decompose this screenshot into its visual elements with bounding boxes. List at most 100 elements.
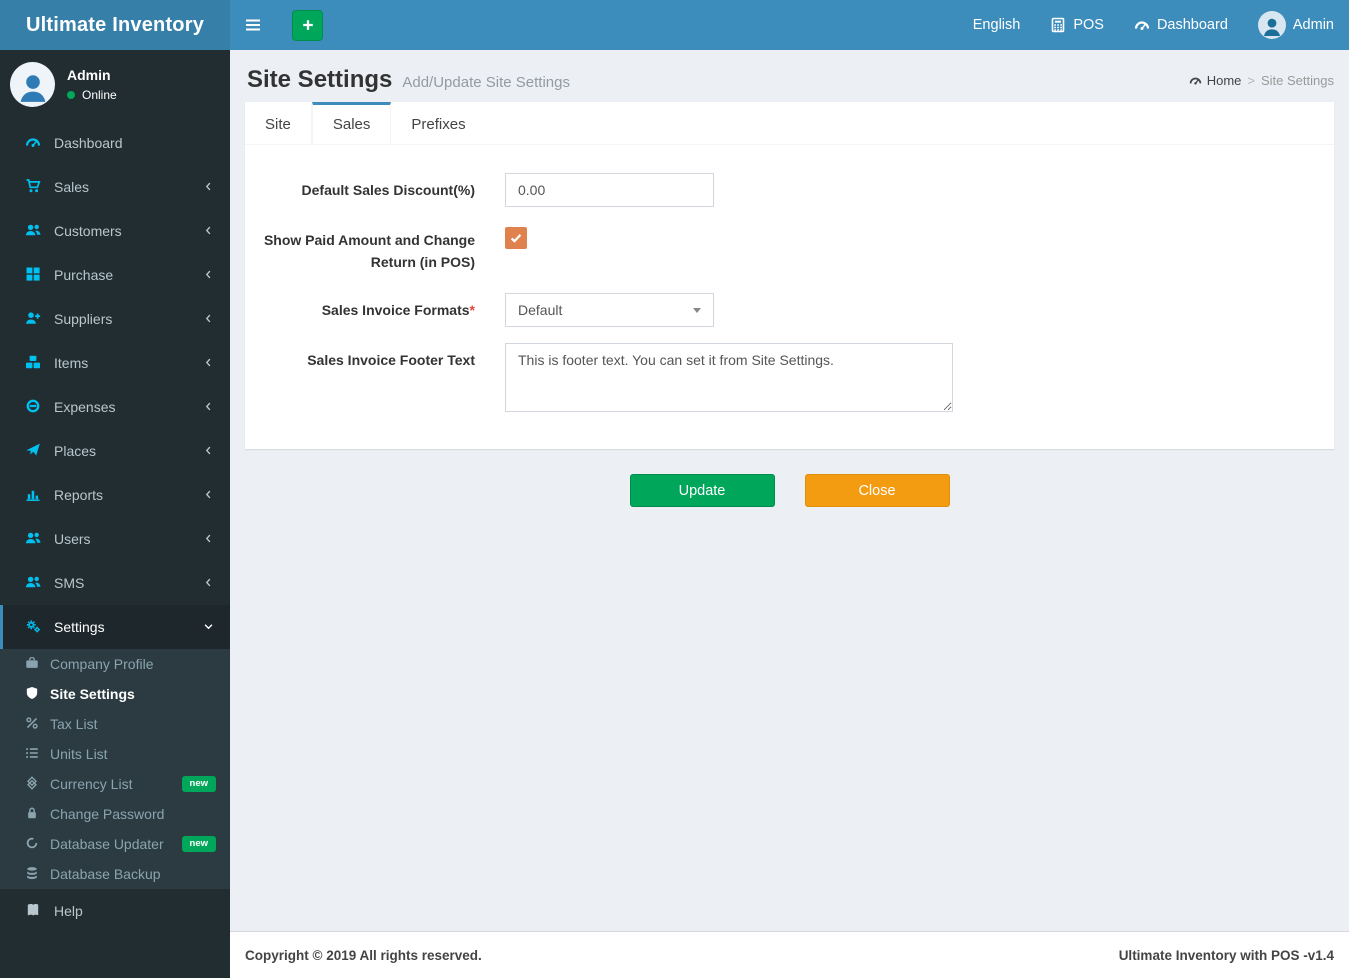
calculator-icon: [1050, 17, 1066, 33]
submenu-item-currency-list[interactable]: Currency List new: [0, 769, 230, 799]
sidebar-toggle-button[interactable]: [230, 0, 276, 50]
page-footer: Copyright © 2019 All rights reserved. Ul…: [230, 931, 1349, 978]
page-title: Site Settings: [247, 66, 393, 93]
update-button[interactable]: Update: [629, 474, 775, 508]
submenu-item-label: Company Profile: [50, 656, 154, 672]
chevron-left-icon: [203, 355, 214, 371]
caret-down-icon: [693, 308, 701, 314]
close-button[interactable]: Close: [804, 474, 950, 508]
submenu-item-change-password[interactable]: Change Password: [0, 799, 230, 829]
dashboard-icon: [1134, 17, 1150, 33]
submenu-item-label: Change Password: [50, 806, 165, 822]
sidebar-item-dashboard[interactable]: Dashboard: [0, 121, 230, 165]
submenu-item-site-settings[interactable]: Site Settings: [0, 679, 230, 709]
new-badge: new: [181, 836, 216, 852]
pos-link[interactable]: POS: [1035, 0, 1119, 50]
paid-amount-label: Show Paid Amount and Change Return (in P…: [263, 232, 475, 270]
dashboard-label: Dashboard: [1156, 17, 1228, 33]
dashboard-icon: [1189, 74, 1202, 87]
content-header: Site Settings Add/Update Site Settings H…: [245, 64, 1334, 102]
sidebar-item-sales[interactable]: Sales: [0, 165, 230, 209]
briefcase-icon: [25, 656, 39, 673]
invoice-footer-text-textarea[interactable]: This is footer text. You can set it from…: [505, 343, 953, 413]
required-mark: *: [469, 302, 475, 319]
footer-text-label: Sales Invoice Footer Text: [307, 352, 475, 369]
sales-tab-panel: Default Sales Discount(%) Show Paid Amou…: [245, 145, 1334, 449]
submenu-item-database-updater[interactable]: Database Updater new: [0, 829, 230, 859]
sidebar-item-label: Sales: [54, 179, 90, 195]
online-status-icon: [67, 91, 75, 99]
show-paid-amount-checkbox[interactable]: [505, 227, 527, 249]
submenu-item-database-backup[interactable]: Database Backup: [0, 859, 230, 889]
tab-header: Site Sales Prefixes: [245, 102, 1334, 145]
sidebar-item-suppliers[interactable]: Suppliers: [0, 297, 230, 341]
percent-icon: [25, 716, 39, 733]
sales-invoice-format-select[interactable]: Default: [505, 293, 714, 328]
sidebar-menu-bottom: Help: [0, 889, 230, 933]
top-navbar: English POS Dashboard Admin: [230, 0, 1349, 50]
menu-icon: [245, 17, 261, 33]
app-title: Ultimate Inventory: [25, 13, 205, 36]
form-row-invoice-format: Sales Invoice Formats* Default: [255, 293, 1324, 328]
sidebar-item-reports[interactable]: Reports: [0, 473, 230, 517]
breadcrumb-current: Site Settings: [1261, 73, 1334, 88]
submenu-item-company-profile[interactable]: Company Profile: [0, 649, 230, 679]
sidebar-item-label: Expenses: [54, 399, 116, 415]
chevron-down-icon: [203, 619, 214, 635]
person-icon: [16, 71, 50, 105]
circle-notch-icon: [25, 836, 39, 853]
invoice-format-label-text: Sales Invoice Formats: [321, 302, 470, 319]
tab-site[interactable]: Site: [245, 102, 312, 144]
cubes-icon: [25, 354, 41, 373]
sidebar-item-expenses[interactable]: Expenses: [0, 385, 230, 429]
user-panel: Admin Online: [0, 50, 230, 121]
speedometer-icon: [25, 134, 41, 153]
app-logo[interactable]: Ultimate Inventory: [0, 0, 230, 50]
submenu-item-tax-list[interactable]: Tax List: [0, 709, 230, 739]
account-menu[interactable]: Admin: [1243, 0, 1349, 50]
form-row-footer-text: Sales Invoice Footer Text This is footer…: [255, 343, 1324, 415]
sidebar-item-users[interactable]: Users: [0, 517, 230, 561]
breadcrumb-home-link[interactable]: Home: [1189, 73, 1241, 88]
submenu-item-label: Site Settings: [50, 686, 135, 702]
tab-sales[interactable]: Sales: [311, 102, 392, 144]
avatar: [10, 62, 55, 107]
users-icon: [25, 574, 41, 593]
users-icon: [25, 222, 41, 241]
sidebar-item-items[interactable]: Items: [0, 341, 230, 385]
shield-icon: [25, 686, 39, 703]
sidebar-item-places[interactable]: Places: [0, 429, 230, 473]
form-row-discount: Default Sales Discount(%): [255, 173, 1324, 207]
sidebar-item-label: Settings: [54, 619, 105, 635]
paper-plane-icon: [25, 442, 41, 461]
default-sales-discount-input[interactable]: [505, 173, 714, 207]
database-icon: [25, 866, 39, 883]
navbar-right-menu: English POS Dashboard Admin: [958, 0, 1349, 50]
plus-icon: [301, 18, 315, 32]
quick-add-button[interactable]: [292, 9, 323, 41]
new-badge: new: [181, 776, 216, 792]
sidebar-item-customers[interactable]: Customers: [0, 209, 230, 253]
sidebar-item-help[interactable]: Help: [0, 889, 230, 933]
grid-icon: [25, 266, 41, 285]
cart-icon: [25, 178, 41, 197]
currency-icon: [25, 776, 39, 793]
chevron-left-icon: [203, 399, 214, 415]
tab-prefixes[interactable]: Prefixes: [391, 102, 485, 144]
submenu-item-units-list[interactable]: Units List: [0, 739, 230, 769]
discount-label: Default Sales Discount(%): [301, 182, 475, 198]
bar-chart-icon: [25, 486, 41, 505]
breadcrumb-separator: >: [1247, 73, 1255, 88]
settings-tab-box: Site Sales Prefixes Default Sales Discou…: [245, 102, 1334, 450]
sidebar-item-purchase[interactable]: Purchase: [0, 253, 230, 297]
sidebar-item-sms[interactable]: SMS: [0, 561, 230, 605]
form-actions: Update Close: [245, 474, 1334, 508]
page-subtitle: Add/Update Site Settings: [402, 74, 570, 91]
language-menu[interactable]: English: [958, 0, 1036, 50]
account-label: Admin: [1292, 17, 1334, 33]
chevron-left-icon: [203, 487, 214, 503]
sidebar-item-settings[interactable]: Settings: [0, 605, 230, 649]
select-value: Default: [518, 302, 563, 319]
dashboard-link[interactable]: Dashboard: [1119, 0, 1243, 50]
book-icon: [25, 902, 41, 921]
